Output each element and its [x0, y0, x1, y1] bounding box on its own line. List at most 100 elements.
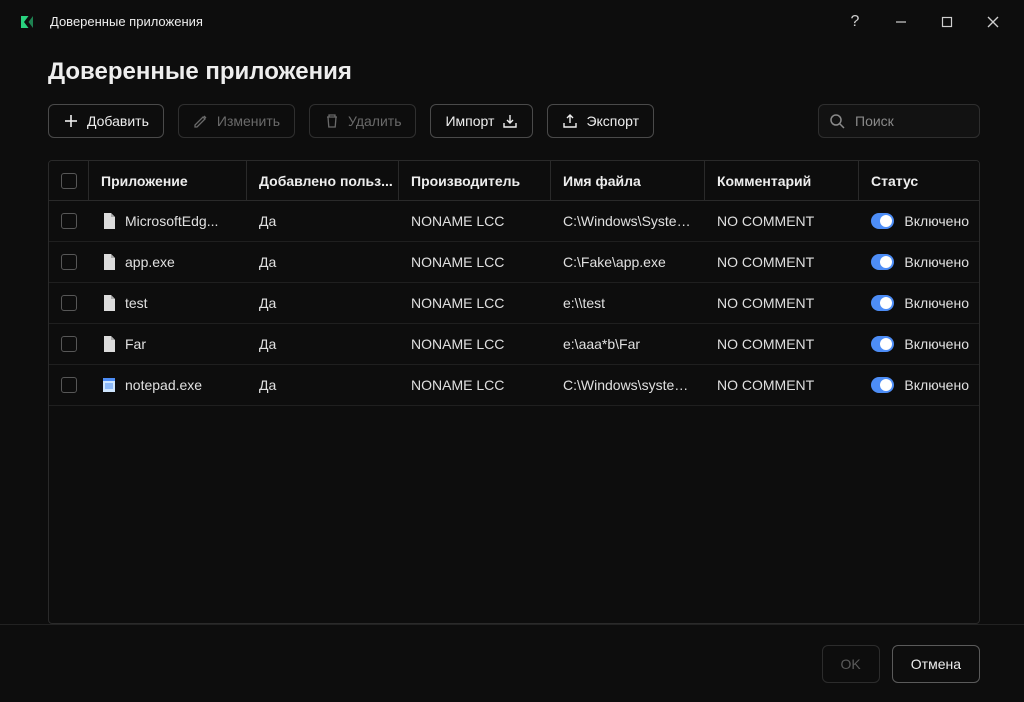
search-icon [829, 113, 845, 129]
file-icon [101, 336, 117, 352]
row-checkbox[interactable] [61, 213, 77, 229]
cell-status: Включено [859, 336, 979, 352]
edit-button[interactable]: Изменить [178, 104, 295, 138]
row-checkbox[interactable] [61, 336, 77, 352]
delete-button-label: Удалить [348, 113, 401, 129]
cell-app: notepad.exe [89, 377, 247, 393]
import-icon [502, 113, 518, 129]
plus-icon [63, 113, 79, 129]
select-all-checkbox[interactable] [61, 173, 77, 189]
cell-app: MicrosoftEdg... [89, 213, 247, 229]
row-checkbox[interactable] [61, 254, 77, 270]
export-icon [562, 113, 578, 129]
cell-filename: C:\Windows\System... [551, 213, 705, 229]
cell-comment: NO COMMENT [705, 377, 859, 393]
search-box[interactable] [818, 104, 980, 138]
cell-app: test [89, 295, 247, 311]
ok-button[interactable]: OK [822, 645, 880, 683]
cell-added: Да [247, 377, 399, 393]
cell-added: Да [247, 336, 399, 352]
cell-filename: C:\Windows\system... [551, 377, 705, 393]
col-comment[interactable]: Комментарий [705, 161, 859, 201]
cell-comment: NO COMMENT [705, 254, 859, 270]
titlebar: Доверенные приложения ? [0, 0, 1024, 44]
export-button-label: Экспорт [586, 113, 639, 129]
row-checkbox-cell[interactable] [49, 336, 89, 352]
status-label: Включено [904, 336, 969, 352]
status-label: Включено [904, 254, 969, 270]
cell-vendor: NONAME LCC [399, 295, 551, 311]
cell-filename: C:\Fake\app.exe [551, 254, 705, 270]
col-filename[interactable]: Имя файла [551, 161, 705, 201]
cancel-button[interactable]: Отмена [892, 645, 980, 683]
table-row[interactable]: notepad.exeДаNONAME LCCC:\Windows\system… [49, 365, 979, 406]
cell-comment: NO COMMENT [705, 295, 859, 311]
maximize-icon [941, 16, 953, 28]
table-body: MicrosoftEdg...ДаNONAME LCCC:\Windows\Sy… [49, 201, 979, 623]
cell-status: Включено [859, 295, 979, 311]
app-logo-icon [16, 11, 38, 33]
status-label: Включено [904, 377, 969, 393]
cell-filename: e:\\test [551, 295, 705, 311]
table-row[interactable]: app.exe ДаNONAME LCCC:\Fake\app.exeNO COM… [49, 242, 979, 283]
cell-vendor: NONAME LCC [399, 377, 551, 393]
ok-button-label: OK [841, 656, 861, 672]
file-icon [101, 254, 117, 270]
cell-vendor: NONAME LCC [399, 254, 551, 270]
file-icon [101, 213, 117, 229]
row-checkbox-cell[interactable] [49, 213, 89, 229]
status-toggle[interactable] [871, 295, 894, 311]
cell-status: Включено [859, 213, 979, 229]
table-header: Приложение Добавлено польз... Производит… [49, 161, 979, 201]
cell-filename: e:\aaa*b\Far [551, 336, 705, 352]
cell-status: Включено [859, 377, 979, 393]
status-toggle[interactable] [871, 254, 894, 270]
cell-comment: NO COMMENT [705, 213, 859, 229]
app-name: app.exe [125, 254, 175, 270]
row-checkbox-cell[interactable] [49, 254, 89, 270]
row-checkbox-cell[interactable] [49, 295, 89, 311]
export-button[interactable]: Экспорт [547, 104, 654, 138]
table-row[interactable]: FarДаNONAME LCCe:\aaa*b\FarNO COMMENTВкл… [49, 324, 979, 365]
close-button[interactable] [970, 0, 1016, 44]
trash-icon [324, 113, 340, 129]
cell-added: Да [247, 295, 399, 311]
col-added[interactable]: Добавлено польз... [247, 161, 399, 201]
row-checkbox-cell[interactable] [49, 377, 89, 393]
cell-added: Да [247, 213, 399, 229]
status-toggle[interactable] [871, 213, 894, 229]
cell-added: Да [247, 254, 399, 270]
cell-status: Включено [859, 254, 979, 270]
row-checkbox[interactable] [61, 295, 77, 311]
col-app[interactable]: Приложение [89, 161, 247, 201]
app-name: Far [125, 336, 146, 352]
app-name: MicrosoftEdg... [125, 213, 218, 229]
table-row[interactable]: MicrosoftEdg...ДаNONAME LCCC:\Windows\Sy… [49, 201, 979, 242]
search-input[interactable] [853, 112, 1024, 130]
help-icon: ? [851, 13, 860, 31]
cell-app: app.exe [89, 254, 247, 270]
add-button[interactable]: Добавить [48, 104, 164, 138]
page-title: Доверенные приложения [48, 58, 980, 86]
import-button[interactable]: Импорт [430, 104, 533, 138]
col-vendor[interactable]: Производитель [399, 161, 551, 201]
status-toggle[interactable] [871, 377, 894, 393]
delete-button[interactable]: Удалить [309, 104, 416, 138]
edit-button-label: Изменить [217, 113, 280, 129]
col-status[interactable]: Статус [859, 161, 980, 201]
status-toggle[interactable] [871, 336, 894, 352]
pencil-icon [193, 113, 209, 129]
help-button[interactable]: ? [832, 0, 878, 44]
add-button-label: Добавить [87, 113, 149, 129]
maximize-button[interactable] [924, 0, 970, 44]
import-button-label: Импорт [445, 113, 494, 129]
table-row[interactable]: testДаNONAME LCCe:\\testNO COMMENT Включе… [49, 283, 979, 324]
apps-table: Приложение Добавлено польз... Производит… [48, 160, 980, 624]
file-icon [101, 295, 117, 311]
file-icon [101, 377, 117, 393]
header-checkbox-cell[interactable] [49, 161, 89, 201]
row-checkbox[interactable] [61, 377, 77, 393]
status-label: Включено [904, 295, 969, 311]
minimize-button[interactable] [878, 0, 924, 44]
cell-app: Far [89, 336, 247, 352]
